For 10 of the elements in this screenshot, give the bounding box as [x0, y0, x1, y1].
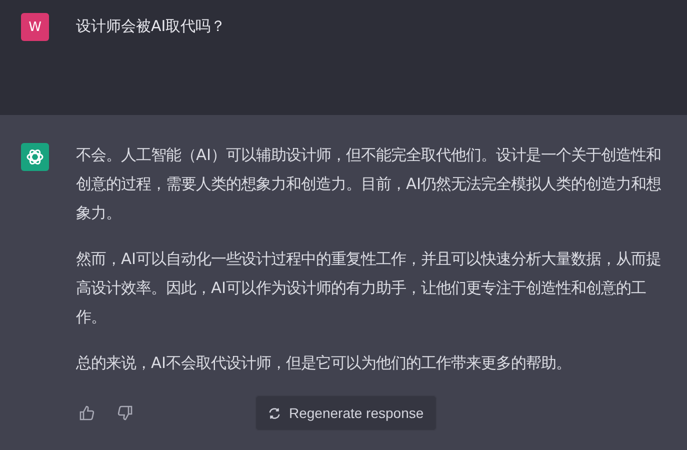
refresh-icon: [268, 406, 281, 420]
answer-paragraph: 不会。人工智能（AI）可以辅助设计师，但不能完全取代他们。设计是一个关于创造性和创意的过程，需要人类的想象力和创造力。目前，AI仍然无法完全模拟人类的创造力和想象力。: [76, 145, 662, 224]
user-avatar: W: [21, 13, 49, 41]
question-text: 设计师会被AI取代吗？: [76, 17, 226, 36]
assistant-logo-icon: [21, 143, 49, 171]
thumbs-down-icon[interactable]: [117, 405, 133, 421]
answer-paragraph: 总的来说，AI不会取代设计师，但是它可以为他们的工作带来更多的帮助。: [76, 353, 572, 374]
regenerate-button[interactable]: Regenerate response: [255, 395, 437, 431]
thumbs-up-icon[interactable]: [79, 405, 95, 421]
answer-paragraph: 然而，AI可以自动化一些设计过程中的重复性工作，并且可以快速分析大量数据，从而提高设计效率。因此，AI可以作为设计师的有力助手，让他们更专注于创造性和创意的工作。: [76, 249, 662, 328]
